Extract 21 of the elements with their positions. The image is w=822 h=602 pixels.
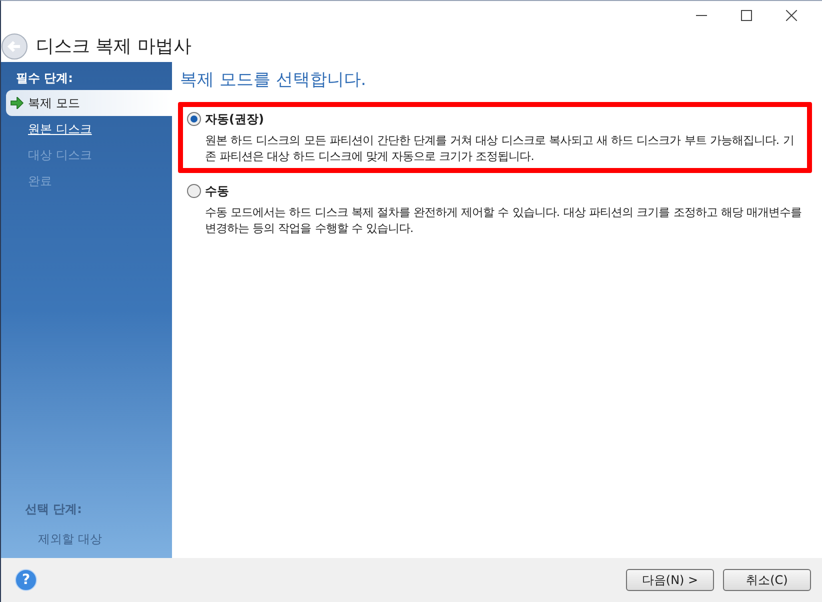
sidebar-heading: 선택 단계: bbox=[24, 501, 83, 518]
sidebar-step: 완료 bbox=[1, 168, 172, 194]
arrow-icon bbox=[10, 97, 24, 109]
radio-option[interactable]: 수동 bbox=[187, 182, 803, 200]
option-description: 수동 모드에서는 하드 디스크 복제 절차를 완전하게 제어할 수 있습니다. 대상 파티션의 크기를 조정하고 해당 매개변수를 변경하는 등의 작업을 수행할 수 있습니다. bbox=[204, 204, 802, 236]
help-button[interactable]: ? bbox=[15, 569, 37, 591]
sidebar-step: 대상 디스크 bbox=[1, 142, 172, 168]
sidebar-step: 제외할 대상 bbox=[38, 530, 172, 548]
minimize-icon[interactable] bbox=[696, 14, 707, 16]
maximize-icon[interactable] bbox=[741, 10, 752, 21]
sidebar-heading: 필수 단계: bbox=[15, 70, 74, 87]
close-icon[interactable] bbox=[786, 10, 797, 21]
radio-button[interactable] bbox=[187, 112, 201, 126]
page-heading: 복제 모드를 선택합니다. bbox=[179, 69, 368, 92]
dialog-button[interactable]: 취소(C) bbox=[723, 569, 811, 591]
radio-button[interactable] bbox=[187, 184, 201, 198]
option-description: 원본 하드 디스크의 모든 파티션이 간단한 단계를 거쳐 대상 디스크로 복사되고 새 하드 디스크가 부트 가능해집니다. 기존 파티션은 대상 하드 디스크에 맞게 자동으로 크기가 조정됩니다. bbox=[204, 132, 796, 164]
dialog-button[interactable]: 다음(N) > bbox=[626, 569, 714, 591]
window-title: 디스크 복제 마법사 bbox=[36, 34, 192, 58]
radio-option[interactable]: 자동(권장) bbox=[187, 110, 803, 128]
sidebar-step[interactable]: 복제 모드 bbox=[6, 90, 172, 116]
